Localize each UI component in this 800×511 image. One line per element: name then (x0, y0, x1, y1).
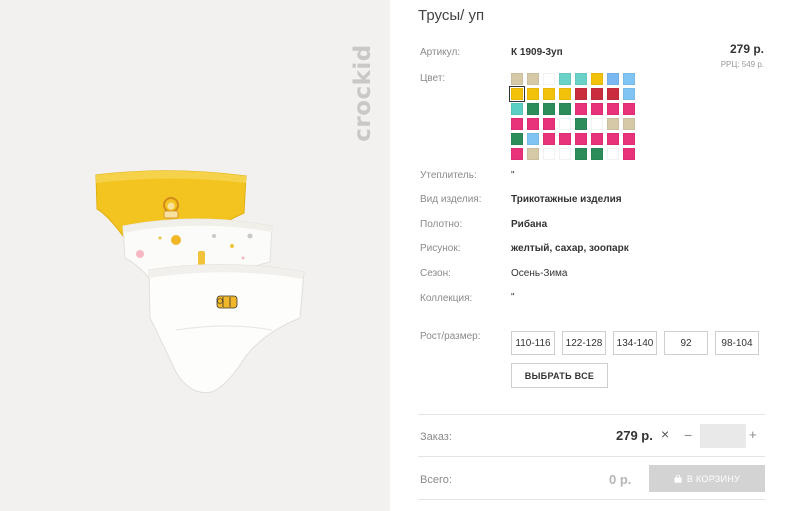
color-swatch[interactable] (559, 103, 571, 115)
color-swatch[interactable] (607, 148, 619, 160)
color-swatch[interactable] (511, 73, 523, 85)
order-price: 279 р. (616, 428, 653, 443)
shopping-bag-icon (674, 474, 682, 483)
pattern-value: желтый, сахар, зоопарк (511, 243, 629, 254)
color-swatch[interactable] (623, 73, 635, 85)
color-swatch[interactable] (527, 118, 539, 130)
article-value: К 1909-3уп (511, 47, 563, 58)
color-swatch[interactable] (607, 73, 619, 85)
color-swatch[interactable] (543, 148, 555, 160)
color-swatch[interactable] (559, 88, 571, 100)
color-swatch[interactable] (559, 73, 571, 85)
color-swatch[interactable] (591, 73, 603, 85)
color-label: Цвет: (420, 73, 446, 84)
article-label: Артикул: (420, 47, 461, 58)
total-label: Всего: (420, 474, 452, 486)
product-title: Трусы/ уп (418, 7, 485, 24)
color-swatch[interactable] (607, 103, 619, 115)
color-swatch[interactable] (511, 148, 523, 160)
color-swatch[interactable] (607, 118, 619, 130)
color-swatch[interactable] (527, 133, 539, 145)
color-swatch[interactable] (543, 88, 555, 100)
color-swatch[interactable] (575, 133, 587, 145)
color-swatch[interactable] (591, 148, 603, 160)
size-option-122-128[interactable]: 122-128 (562, 331, 606, 355)
color-swatch[interactable] (511, 118, 523, 130)
divider (418, 456, 765, 457)
size-option-98-104[interactable]: 98-104 (715, 331, 759, 355)
size-label: Рост/размер: (420, 331, 481, 342)
color-swatch[interactable] (623, 118, 635, 130)
season-label: Сезон: (420, 268, 451, 279)
color-swatch[interactable] (575, 103, 587, 115)
divider (418, 499, 765, 500)
increase-quantity-button[interactable]: + (749, 427, 757, 442)
color-swatch[interactable] (607, 88, 619, 100)
color-swatch[interactable] (575, 148, 587, 160)
product-illustration (95, 170, 305, 394)
product-price: 279 р. (729, 42, 764, 56)
size-option-92[interactable]: 92 (664, 331, 708, 355)
color-swatch[interactable] (623, 88, 635, 100)
color-swatch[interactable] (623, 103, 635, 115)
insulation-value: " (511, 170, 515, 181)
fabric-label: Полотно: (420, 219, 463, 230)
color-swatch[interactable] (607, 133, 619, 145)
collection-label: Коллекция: (420, 293, 473, 304)
color-swatch[interactable] (591, 88, 603, 100)
divider (418, 414, 765, 415)
size-options: 110-116 122-128 134-140 92 98-104 (511, 331, 759, 355)
recommended-retail-price: РРЦ: 549 р. (720, 60, 764, 69)
brand-logo: crockid (350, 43, 376, 142)
select-all-sizes-button[interactable]: ВЫБРАТЬ ВСЕ (511, 363, 608, 388)
color-swatch[interactable] (575, 118, 587, 130)
color-swatch[interactable] (527, 148, 539, 160)
color-swatch[interactable] (527, 88, 539, 100)
size-option-110-116[interactable]: 110-116 (511, 331, 555, 355)
product-image[interactable]: crockid (0, 0, 390, 511)
color-swatch[interactable] (623, 133, 635, 145)
size-option-134-140[interactable]: 134-140 (613, 331, 657, 355)
color-swatch[interactable] (527, 103, 539, 115)
color-swatch[interactable] (575, 73, 587, 85)
color-swatch[interactable] (623, 148, 635, 160)
color-swatch[interactable] (511, 103, 523, 115)
color-swatch[interactable] (543, 133, 555, 145)
collection-value: " (511, 292, 515, 303)
color-swatch[interactable] (511, 133, 523, 145)
total-value: 0 р. (609, 472, 632, 487)
decrease-quantity-button[interactable]: − (684, 427, 692, 443)
color-swatch[interactable] (543, 103, 555, 115)
add-to-cart-label: В КОРЗИНУ (686, 473, 741, 484)
color-swatch[interactable] (559, 148, 571, 160)
close-icon[interactable]: × (661, 426, 669, 442)
color-swatch[interactable] (509, 86, 525, 102)
color-swatch[interactable] (543, 73, 555, 85)
white-brief (148, 263, 305, 394)
insulation-label: Утеплитель: (420, 170, 477, 181)
pattern-label: Рисунок: (420, 243, 461, 254)
order-label: Заказ: (420, 431, 452, 443)
color-swatch[interactable] (527, 73, 539, 85)
add-to-cart-button[interactable]: В КОРЗИНУ (649, 465, 765, 492)
color-swatch[interactable] (591, 133, 603, 145)
color-swatch[interactable] (559, 118, 571, 130)
product-type-value: Трикотажные изделия (511, 194, 622, 205)
color-swatch[interactable] (591, 103, 603, 115)
color-swatch[interactable] (591, 118, 603, 130)
color-swatch[interactable] (575, 88, 587, 100)
product-type-label: Вид изделия: (420, 194, 482, 205)
season-value: Осень-Зима (511, 268, 568, 279)
color-swatch[interactable] (543, 118, 555, 130)
color-swatch-grid (509, 73, 635, 160)
quantity-input[interactable] (700, 424, 746, 448)
brand-watermark: crockid (348, 30, 378, 155)
fabric-value: Рибана (511, 219, 548, 230)
color-swatch[interactable] (559, 133, 571, 145)
